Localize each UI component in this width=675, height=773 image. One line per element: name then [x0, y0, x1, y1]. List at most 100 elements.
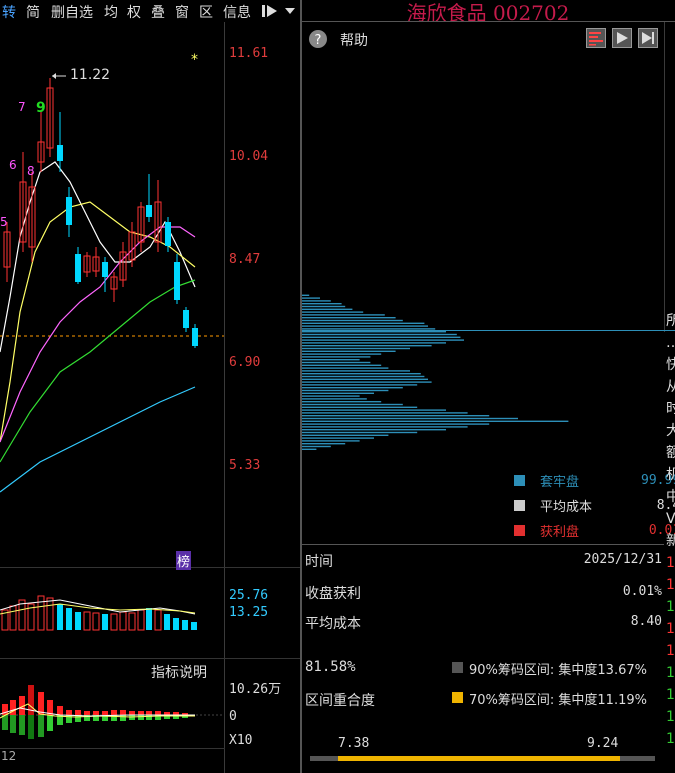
- chip-bar: [302, 387, 403, 389]
- sequence-label-9: 9: [36, 100, 46, 116]
- chip-bar: [302, 325, 428, 327]
- star-marker: *: [191, 52, 198, 68]
- panel-header-divider: [302, 21, 675, 22]
- volume-bar: [182, 620, 188, 630]
- cost-marker-line: [302, 330, 675, 331]
- range-high-value: 9.24: [587, 736, 619, 751]
- indicator-bars: [2, 685, 188, 739]
- chip-bar: [302, 345, 432, 347]
- legend-label: 平均成本: [540, 499, 593, 515]
- indicator-chart[interactable]: [0, 680, 224, 746]
- volume-ma5: [0, 599, 196, 615]
- chip-bar: [302, 331, 446, 333]
- ma60-line: [0, 386, 196, 493]
- bar-list-icon[interactable]: [586, 28, 606, 48]
- chip-bar: [302, 367, 389, 369]
- ma20-line: [0, 226, 196, 443]
- range70-text: 70%筹码区间: 集中度11.19%: [469, 693, 647, 708]
- peak-annotation: 11.22: [70, 67, 111, 83]
- legend-swatch: [514, 524, 525, 536]
- chip-bar: [302, 364, 382, 366]
- candle: [192, 328, 198, 346]
- volume-bar: [9, 605, 17, 631]
- range-bar-fill: [338, 756, 620, 761]
- price-axis-label: 11.61: [229, 46, 269, 61]
- chip-bar: [302, 370, 410, 372]
- price-axis-label: 8.47: [229, 252, 261, 267]
- question-circle-icon[interactable]: ?: [308, 29, 328, 49]
- legend-label: 套牢盘: [540, 474, 580, 490]
- toolbar-delete-watchlist[interactable]: 删自选: [51, 2, 93, 22]
- volume-indicator-divider: [0, 658, 300, 659]
- toolbar-window[interactable]: 窗: [175, 2, 189, 22]
- toolbar-range[interactable]: 区: [199, 2, 213, 22]
- sequence-label-7: 7: [18, 100, 26, 114]
- triangle-down-icon[interactable]: [284, 7, 296, 15]
- info-divider: [302, 544, 664, 545]
- average-cost-value: 8.40: [630, 614, 662, 629]
- chip-distribution-chart[interactable]: [302, 52, 675, 542]
- chip-bar: [302, 356, 371, 358]
- average-cost-label: 平均成本: [305, 616, 361, 632]
- chip-bar: [302, 294, 310, 296]
- volume-bar: [92, 612, 100, 631]
- chip-bar: [302, 308, 353, 310]
- range-low-value: 7.38: [338, 736, 370, 751]
- stock-title: 海欣食品 002702: [406, 1, 570, 25]
- chip-bar: [302, 305, 346, 308]
- chip-bar: [302, 342, 446, 344]
- candle: [165, 222, 171, 246]
- chip-bar: [302, 314, 385, 316]
- profit-value: 0.01%: [622, 584, 662, 599]
- play-icon[interactable]: [612, 28, 632, 48]
- indicator-axis-label: X10: [229, 733, 253, 748]
- chip-bar: [302, 395, 360, 397]
- play-end-icon[interactable]: [638, 28, 658, 48]
- price-axis-label: 5.33: [229, 458, 261, 473]
- sequence-label-6: 6: [9, 158, 17, 172]
- chip-bar: [302, 336, 461, 338]
- volume-bar: [66, 608, 72, 630]
- price-axis-label: 6.90: [229, 355, 261, 370]
- chip-bar: [302, 417, 518, 420]
- toolbar-left-label[interactable]: 转: [2, 2, 16, 22]
- profit-label: 收盘获利: [305, 586, 361, 602]
- play-arrow-icon[interactable]: [261, 3, 279, 19]
- volume-axis-label: 13.25: [229, 605, 269, 620]
- volume-bar: [119, 611, 127, 631]
- legend-swatch: [514, 474, 525, 486]
- indicator-help-button[interactable]: 指标说明: [151, 662, 207, 682]
- chip-bar: [302, 409, 446, 411]
- chip-bar: [302, 392, 374, 394]
- volume-bar: [83, 611, 91, 631]
- sequence-label-8: 8: [27, 164, 35, 178]
- chip-bar: [302, 420, 569, 422]
- chip-bar: [302, 403, 403, 406]
- kline-chart[interactable]: [0, 22, 224, 567]
- chip-bar: [302, 431, 418, 434]
- volume-bar: [154, 609, 162, 631]
- toolbar-info[interactable]: 信息: [223, 2, 251, 22]
- toolbar-rights[interactable]: 权: [127, 2, 141, 22]
- chip-bar: [302, 389, 389, 392]
- candle: [66, 197, 72, 225]
- volume-axis-label: 25.76: [229, 588, 269, 603]
- chip-bar: [302, 339, 464, 341]
- toolbar-average[interactable]: 均: [104, 2, 118, 22]
- overlap-percent: 81.58%: [305, 659, 356, 675]
- help-label[interactable]: 帮助: [340, 30, 368, 50]
- candle: [57, 145, 63, 161]
- toolbar-simple[interactable]: 简: [26, 2, 40, 22]
- chip-bar: [302, 300, 331, 302]
- chip-bar: [302, 375, 425, 378]
- legend-average: 平均成本 8.40: [514, 496, 675, 515]
- chip-bar: [302, 350, 396, 352]
- toolbar-overlay[interactable]: 叠: [151, 2, 165, 22]
- candle: [174, 262, 180, 300]
- range70-swatch: [452, 692, 463, 703]
- volume-chart[interactable]: [0, 568, 224, 658]
- chip-bar: [302, 434, 389, 436]
- toolbar: 转 简 删自选 均 权 叠 窗 区 信息: [0, 0, 300, 22]
- indicator-axis-label: 0: [229, 709, 237, 724]
- chip-bar: [302, 322, 425, 324]
